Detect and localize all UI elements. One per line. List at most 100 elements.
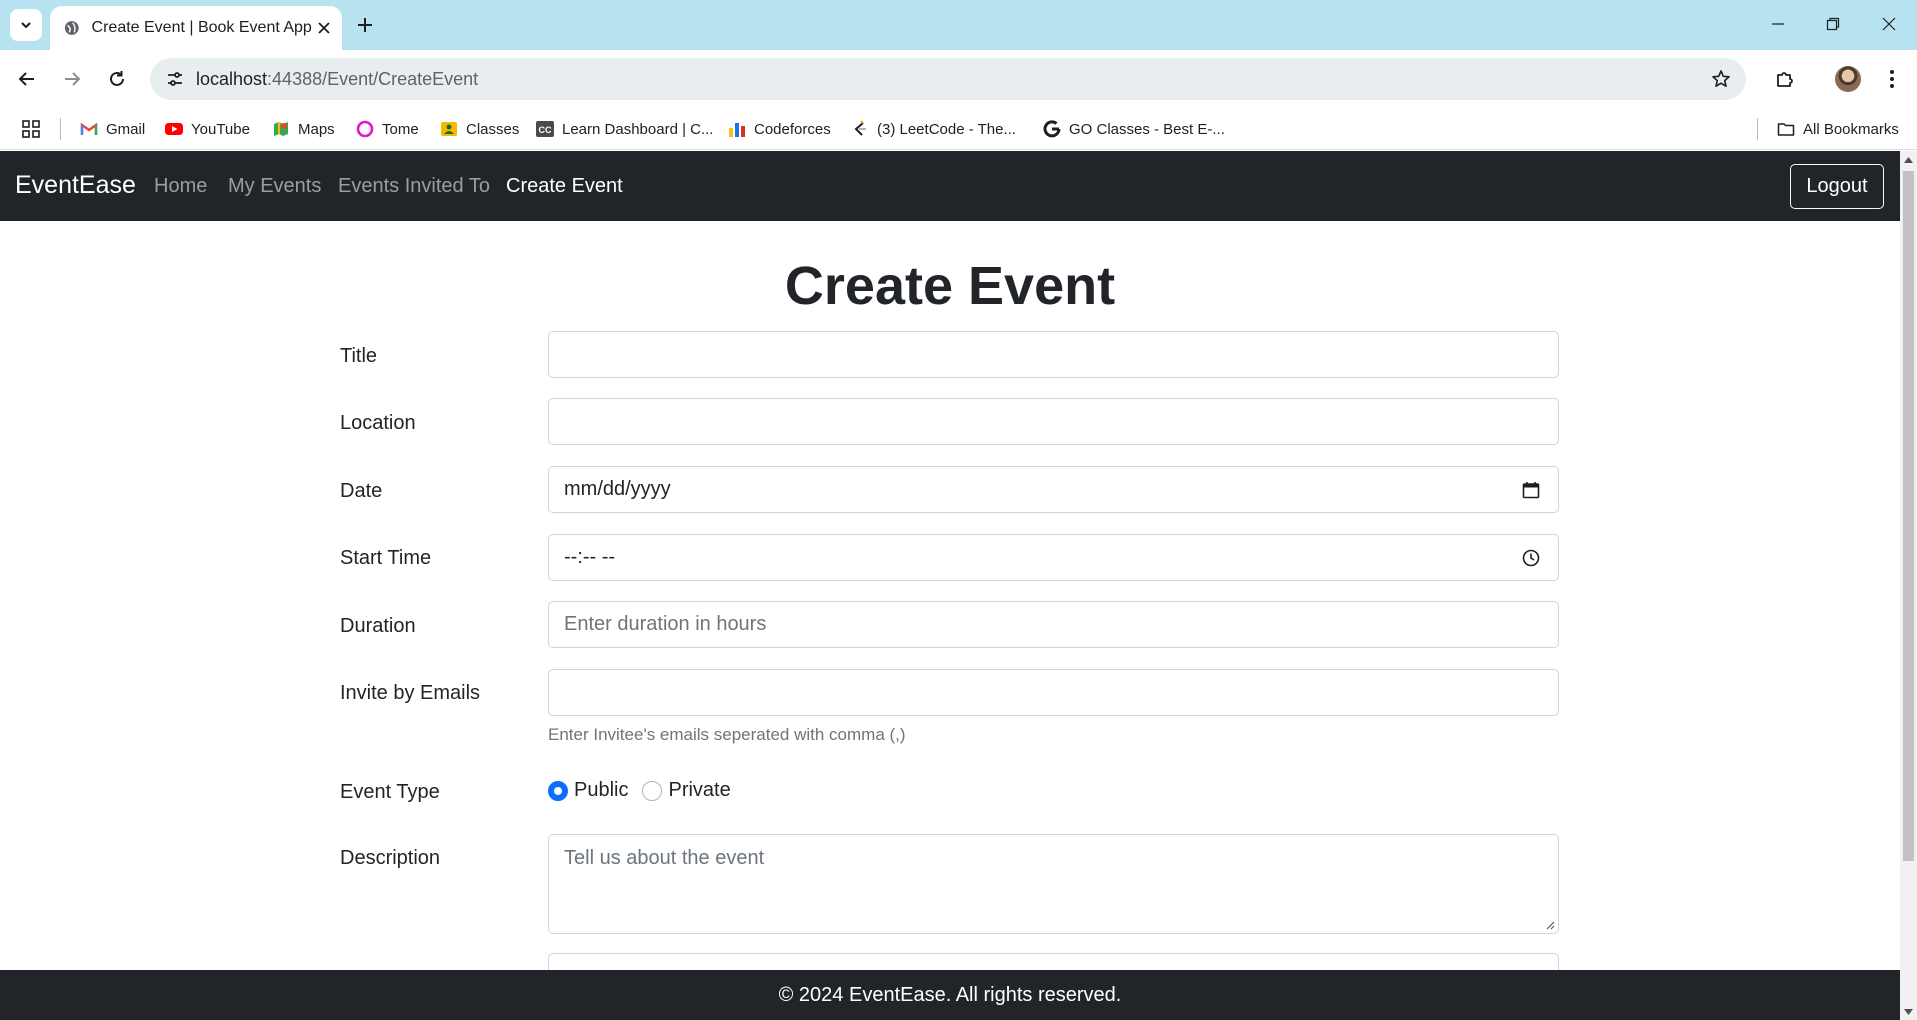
tune-icon [168,72,182,86]
svg-text:CC: CC [539,125,552,135]
bookmark-label: (3) LeetCode - The... [877,120,1016,138]
address-bar[interactable]: localhost:44388/Event/CreateEvent [150,58,1746,100]
description-textarea[interactable]: Tell us about the event [548,834,1559,934]
bookmark-classes[interactable]: Classes [440,117,519,141]
arrow-left-icon [18,72,34,86]
bookmark-codeforces[interactable]: Codeforces [728,117,831,141]
description-placeholder: Tell us about the event [564,847,765,869]
plus-icon [358,18,372,32]
reload-icon [110,71,124,86]
scroll-down-icon[interactable] [1904,1007,1913,1016]
scroll-up-icon[interactable] [1904,155,1913,164]
url-path: :44388/Event/CreateEvent [267,69,479,89]
profile-button[interactable] [1831,62,1865,96]
browser-toolbar: localhost:44388/Event/CreateEvent [0,50,1917,108]
duration-input[interactable]: Enter duration in hours [548,601,1559,648]
tab-title: Create Event | Book Event App [91,19,312,36]
bookmark-label: Gmail [106,120,146,138]
close-icon [1882,17,1896,31]
all-bookmarks-label: All Bookmarks [1803,120,1899,138]
chevron-down-icon [21,22,31,29]
puzzle-icon [1777,72,1793,87]
globe-icon [64,21,79,35]
radio-public-label[interactable]: Public [574,779,628,802]
bookmarks-bar: Gmail YouTube Maps Tome Classes CC Learn… [0,108,1917,150]
page-scrollbar[interactable] [1900,151,1917,1020]
bookmark-maps[interactable]: Maps [272,117,335,141]
clock-icon [1522,549,1540,567]
app-navbar: EventEase Home My Events Events Invited … [0,151,1900,221]
nav-create-event[interactable]: Create Event [506,175,623,198]
next-field-input-partial[interactable] [548,953,1559,970]
event-type-radio-group: Public Private [548,779,745,802]
invite-emails-help: Enter Invitee's emails seperated with co… [548,725,906,744]
site-info-button[interactable] [160,64,190,94]
date-label: Date [340,480,383,502]
browser-tab-strip: Create Event | Book Event App [0,0,1917,50]
codeforces-icon [729,123,745,137]
forward-button[interactable] [55,62,89,96]
apps-button[interactable] [22,117,40,141]
close-tab-button[interactable] [312,14,336,42]
footer-copyright: © 2024 EventEase. All rights reserved. [778,983,1122,1006]
all-bookmarks-button[interactable]: All Bookmarks [1777,117,1899,141]
bookmark-star-button[interactable] [1706,64,1736,94]
bookmark-label: GO Classes - Best E-... [1069,120,1225,138]
google-icon [1043,120,1061,138]
browser-tab-active[interactable]: Create Event | Book Event App [50,6,342,50]
nav-events-invited-to[interactable]: Events Invited To [338,175,490,198]
bookmark-go-classes[interactable]: GO Classes - Best E-... [1043,117,1225,141]
url-host: localhost [196,69,268,89]
location-input[interactable] [548,398,1559,445]
apps-grid-icon [22,120,40,138]
minimize-icon [1772,23,1784,25]
new-tab-button[interactable] [350,10,380,40]
duration-placeholder: Enter duration in hours [564,613,767,635]
event-type-label: Event Type [340,781,440,803]
bookmark-tome[interactable]: Tome [356,117,419,141]
date-input[interactable]: mm/dd/yyyy [548,466,1559,513]
invite-emails-input[interactable] [548,669,1559,716]
calendar-icon [1522,482,1540,499]
bookmark-gmail[interactable]: Gmail [80,117,145,141]
restore-icon [1826,17,1840,31]
resize-grip-icon[interactable] [1545,920,1555,930]
bookmark-youtube[interactable]: YouTube [165,117,250,141]
nav-my-events[interactable]: My Events [228,175,321,198]
youtube-icon [165,123,183,135]
calendar-picker-button[interactable] [1520,479,1542,501]
radio-private-label[interactable]: Private [668,779,730,802]
avatar [1835,66,1861,92]
radio-private[interactable] [642,780,663,801]
close-window-button[interactable] [1869,8,1909,40]
star-icon [1712,70,1730,87]
restore-window-button[interactable] [1813,8,1853,40]
tome-icon [356,120,374,138]
bookmark-learn-dashboard[interactable]: CC Learn Dashboard | C... [536,117,713,141]
scrollbar-thumb[interactable] [1903,171,1914,861]
extensions-button[interactable] [1768,62,1802,96]
leetcode-icon [854,120,866,136]
title-input[interactable] [548,331,1559,378]
bookmark-label: Tome [382,120,419,138]
bookmark-label: Learn Dashboard | C... [562,120,714,138]
start-time-input[interactable]: --:-- -- [548,534,1559,581]
maps-icon [274,122,288,136]
browser-menu-button[interactable] [1875,62,1909,96]
main-content: Create Event Title Location Date mm/dd/y… [0,221,1900,970]
minimize-window-button[interactable] [1758,8,1798,40]
bookmark-label: Codeforces [754,120,831,138]
logout-button[interactable]: Logout [1790,164,1884,209]
url-text: localhost:44388/Event/CreateEvent [196,69,478,90]
bookmarks-divider [1757,118,1758,140]
tab-search-button[interactable] [10,9,42,41]
bookmark-leetcode[interactable]: (3) LeetCode - The... [851,117,1016,141]
description-label: Description [340,847,441,869]
time-picker-button[interactable] [1520,547,1542,569]
radio-public[interactable] [548,780,568,801]
nav-home[interactable]: Home [154,175,207,198]
reload-button[interactable] [100,62,134,96]
back-button[interactable] [10,62,44,96]
learn-icon: CC [536,121,554,137]
brand-logo[interactable]: EventEase [15,171,136,200]
